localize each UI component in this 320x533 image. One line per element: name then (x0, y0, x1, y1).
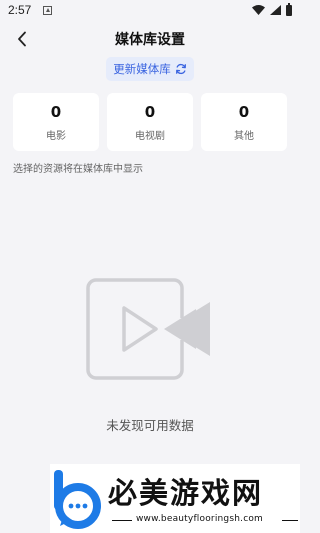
stat-label: 电影 (46, 130, 66, 142)
status-time: 2:57 (8, 3, 32, 17)
update-library-label: 更新媒体库 (113, 62, 171, 76)
page-title: 媒体库设置 (115, 32, 185, 48)
stat-card-tv[interactable]: 0 电视剧 (107, 93, 193, 151)
back-button[interactable] (12, 29, 32, 49)
watermark-rule (282, 520, 298, 521)
signal-icon (270, 5, 281, 15)
header: 媒体库设置 (0, 24, 300, 54)
status-icons (252, 2, 292, 16)
watermark-url: www.beautyflooringsh.com (136, 514, 264, 524)
stat-value: 0 (238, 102, 250, 121)
chevron-left-icon (18, 31, 26, 47)
hint-text: 选择的资源将在媒体库中显示 (13, 164, 143, 175)
stat-label: 电视剧 (135, 130, 165, 142)
wifi-icon (252, 5, 265, 15)
media-stats: 0 电影 0 电视剧 0 其他 (13, 93, 287, 151)
video-camera-icon (86, 278, 210, 380)
watermark-title: 必美游戏网 (108, 476, 264, 510)
status-bar: 2:57 (0, 0, 300, 20)
refresh-icon (175, 63, 186, 75)
notification-icon (43, 5, 53, 15)
empty-state-text: 未发现可用数据 (106, 418, 194, 433)
watermark-logo (54, 470, 101, 529)
watermark-rule (112, 520, 132, 521)
battery-icon (286, 2, 292, 16)
stat-value: 0 (50, 102, 62, 121)
stat-label: 其他 (234, 130, 254, 142)
watermark: 必美游戏网 www.beautyflooringsh.com (50, 464, 300, 533)
stat-value: 0 (144, 102, 156, 121)
stat-card-movies[interactable]: 0 电影 (13, 93, 99, 151)
stat-card-other[interactable]: 0 其他 (201, 93, 287, 151)
update-library-button[interactable]: 更新媒体库 (106, 57, 194, 81)
